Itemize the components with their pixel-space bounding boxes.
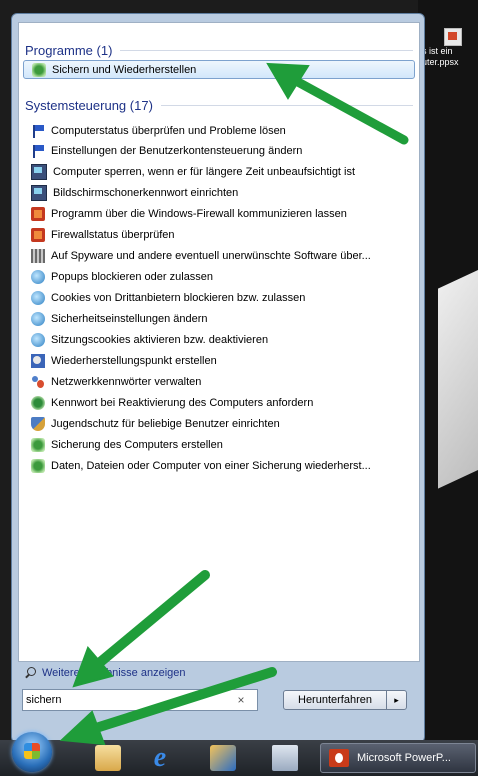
result-item-label: Jugendschutz für beliebige Benutzer einr…	[51, 417, 280, 430]
result-item-label: Bildschirmschonerkennwort einrichten	[53, 186, 239, 199]
firewall-icon	[31, 227, 45, 242]
result-item-label: Daten, Dateien oder Computer von einer S…	[51, 459, 371, 472]
result-item-label: Netzwerkkennwörter verwalten	[51, 375, 202, 388]
result-item-label: Firewallstatus überprüfen	[51, 228, 175, 241]
defender-icon	[31, 248, 45, 263]
control-panel-header-label: Systemsteuerung (17)	[25, 97, 153, 113]
result-item-label: Wiederherstellungspunkt erstellen	[51, 354, 217, 367]
control-panel-section-header: Systemsteuerung (17)	[25, 96, 413, 114]
result-item-label: Sitzungscookies aktivieren bzw. deaktivi…	[51, 333, 269, 346]
result-item-label: Einstellungen der Benutzerkontensteuerun…	[51, 144, 303, 157]
result-item[interactable]: Cookies von Drittanbietern blockieren bz…	[23, 288, 415, 307]
result-item[interactable]: Jugendschutz für beliebige Benutzer einr…	[23, 414, 415, 433]
result-item[interactable]: Sicherheitseinstellungen ändern	[23, 309, 415, 328]
result-item[interactable]: Computerstatus überprüfen und Probleme l…	[23, 121, 415, 140]
shutdown-button[interactable]: Herunterfahren	[283, 690, 387, 710]
internet-options-icon	[31, 332, 45, 347]
result-item-label: Programm über die Windows-Firewall kommu…	[51, 207, 347, 220]
monitor-icon	[31, 184, 47, 201]
search-box[interactable]: ×	[22, 689, 258, 711]
powerpoint-file-icon	[444, 28, 462, 46]
result-item[interactable]: Daten, Dateien oder Computer von einer S…	[23, 456, 415, 475]
powerpoint-icon	[329, 749, 349, 767]
backup-restore-icon	[31, 437, 45, 452]
taskbar-button-label: Microsoft PowerP...	[357, 752, 451, 764]
result-item-label: Sichern und Wiederherstellen	[52, 63, 197, 76]
section-divider	[120, 49, 413, 51]
desktop-file-label-line2: uter.ppsx	[422, 57, 459, 67]
see-more-results-link[interactable]: Weitere Ergebnisse anzeigen	[25, 664, 186, 682]
result-item[interactable]: Firewallstatus überprüfen	[23, 225, 415, 244]
desktop-file-label-line1: s ist ein	[422, 46, 453, 56]
power-options-icon	[31, 395, 45, 410]
taskbar-button-powerpoint[interactable]: Microsoft PowerP...	[320, 743, 476, 773]
desktop-file-shortcut[interactable]: s ist ein uter.ppsx	[422, 28, 478, 88]
result-item[interactable]: Sitzungscookies aktivieren bzw. deaktivi…	[23, 330, 415, 349]
internet-options-icon	[31, 311, 45, 326]
desktop: s ist ein uter.ppsx	[418, 0, 478, 740]
result-item-label: Popups blockieren oder zulassen	[51, 270, 214, 283]
system-restore-icon	[31, 353, 45, 368]
see-more-results-label: Weitere Ergebnisse anzeigen	[42, 667, 186, 679]
start-menu: Programme (1) Sichern und Wiederherstell…	[11, 13, 425, 743]
search-icon	[25, 667, 37, 679]
internet-options-icon	[31, 269, 45, 284]
media-player-icon[interactable]	[210, 745, 236, 771]
action-center-flag-icon	[31, 124, 45, 138]
result-item[interactable]: Wiederherstellungspunkt erstellen	[23, 351, 415, 370]
result-item-label: Sicherheitseinstellungen ändern	[51, 312, 208, 325]
result-item[interactable]: Auf Spyware und andere eventuell unerwün…	[23, 246, 415, 265]
parental-controls-icon	[31, 416, 45, 431]
result-item-sichern-und-wiederherstellen[interactable]: Sichern und Wiederherstellen	[23, 60, 415, 79]
internet-options-icon	[31, 290, 45, 305]
monitor-icon	[31, 163, 47, 180]
result-item[interactable]: Sicherung des Computers erstellen	[23, 435, 415, 454]
programs-section-header: Programme (1)	[25, 41, 413, 59]
calculator-icon[interactable]	[272, 745, 298, 771]
result-item-label: Kennwort bei Reaktivierung des Computers…	[51, 396, 314, 409]
backup-restore-icon	[31, 458, 45, 473]
windows-explorer-icon[interactable]	[95, 745, 121, 771]
result-item-label: Sicherung des Computers erstellen	[51, 438, 223, 451]
result-item[interactable]: Kennwort bei Reaktivierung des Computers…	[23, 393, 415, 412]
result-item[interactable]: Programm über die Windows-Firewall kommu…	[23, 204, 415, 223]
desktop-wallpaper-highlight	[438, 251, 478, 489]
firewall-icon	[31, 206, 45, 221]
result-item[interactable]: Computer sperren, wenn er für längere Ze…	[23, 162, 415, 181]
internet-explorer-icon[interactable]: e	[147, 744, 173, 772]
section-divider	[160, 104, 413, 106]
programs-header-label: Programme (1)	[25, 42, 113, 58]
result-item[interactable]: Popups blockieren oder zulassen	[23, 267, 415, 286]
result-item-label: Computer sperren, wenn er für längere Ze…	[53, 165, 356, 178]
shutdown-options-arrow-icon[interactable]: ▸	[386, 690, 407, 710]
start-button-windows-orb-icon[interactable]	[12, 732, 52, 772]
result-item[interactable]: Einstellungen der Benutzerkontensteuerun…	[23, 141, 415, 160]
result-item-label: Auf Spyware und andere eventuell unerwün…	[51, 249, 371, 262]
search-results-panel: Programme (1) Sichern und Wiederherstell…	[18, 22, 420, 679]
result-item[interactable]: Netzwerkkennwörter verwalten	[23, 372, 415, 391]
result-item[interactable]: Bildschirmschonerkennwort einrichten	[23, 183, 415, 202]
backup-restore-icon	[32, 62, 46, 77]
clear-search-icon[interactable]: ×	[233, 693, 249, 707]
search-input[interactable]	[23, 693, 233, 707]
result-item-label: Computerstatus überprüfen und Probleme l…	[51, 124, 286, 137]
action-center-flag-icon	[31, 144, 45, 158]
user-accounts-icon	[31, 375, 45, 389]
result-item-label: Cookies von Drittanbietern blockieren bz…	[51, 291, 306, 304]
